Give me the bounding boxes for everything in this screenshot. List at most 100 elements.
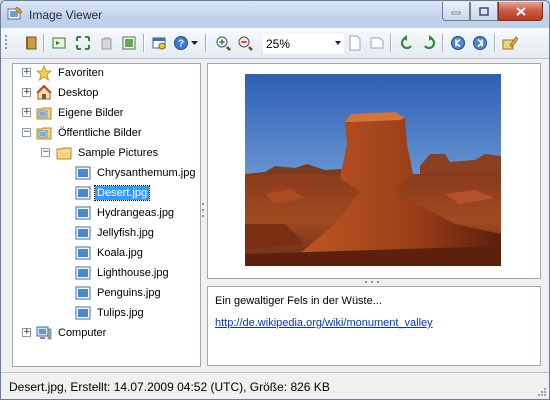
- zoom-out-icon: [238, 36, 253, 51]
- tree-item-eigene-bilder[interactable]: + Eigene Bilder: [13, 104, 200, 122]
- collapse-icon[interactable]: −: [22, 128, 31, 137]
- computer-icon: [36, 326, 52, 340]
- rotate-left-icon: [400, 35, 412, 50]
- tree-item-sample-pictures[interactable]: − Sample Pictures: [13, 144, 200, 162]
- rotate-right-icon: [424, 35, 436, 50]
- help-dropdown[interactable]: [190, 33, 198, 53]
- expand-icon[interactable]: +: [22, 88, 31, 97]
- image-file-icon: [75, 226, 91, 240]
- preview-image: [245, 74, 501, 266]
- tree-item-file[interactable]: Penguins.jpg: [13, 284, 200, 302]
- tree-item-oeffentliche-bilder[interactable]: − Öffentliche Bilder: [13, 124, 200, 142]
- tree-item-file[interactable]: Koala.jpg: [13, 244, 200, 262]
- rotate-right-button[interactable]: [419, 33, 439, 53]
- horizontal-splitter[interactable]: [207, 279, 541, 285]
- tree-item-label: Tulips.jpg: [97, 307, 144, 319]
- copy-icon: [101, 37, 112, 50]
- tree-item-label: Computer: [58, 327, 107, 339]
- description-panel: Ein gewaltiger Fels in der Wüste... http…: [207, 286, 541, 366]
- chevron-down-icon: [190, 40, 198, 45]
- zoom-combo[interactable]: 25%: [263, 34, 344, 54]
- window-title: Image Viewer: [29, 8, 103, 22]
- next-icon: [473, 36, 487, 50]
- app-icon: [7, 6, 23, 20]
- title-bar[interactable]: Image Viewer: [1, 1, 549, 28]
- minimize-icon: [451, 11, 461, 15]
- zoom-out-button[interactable]: [235, 33, 255, 53]
- tree-item-computer[interactable]: + Computer: [13, 324, 200, 342]
- chevron-down-icon[interactable]: [335, 41, 341, 45]
- expand-icon[interactable]: +: [22, 68, 31, 77]
- star-icon: [36, 65, 52, 81]
- rotate-left-button[interactable]: [397, 33, 417, 53]
- tree-item-file[interactable]: Hydrangeas.jpg: [13, 204, 200, 222]
- image-file-icon: [75, 266, 91, 280]
- zoom-in-icon: [216, 36, 231, 51]
- vertical-splitter[interactable]: [200, 63, 206, 365]
- copy-button[interactable]: [97, 33, 117, 53]
- previous-button[interactable]: [448, 33, 468, 53]
- help-icon: ?: [174, 36, 188, 50]
- properties-icon: [152, 37, 166, 50]
- pictures-folder-icon: [36, 107, 52, 120]
- maximize-button[interactable]: [470, 2, 498, 21]
- tree-item-label: Lighthouse.jpg: [97, 267, 169, 279]
- image-viewer-window: Image Viewer ? 25% + Favoriten + Desktop…: [0, 0, 550, 400]
- bookmark-button[interactable]: [21, 33, 41, 53]
- properties-button[interactable]: [149, 33, 169, 53]
- tree-item-label: Hydrangeas.jpg: [97, 207, 175, 219]
- image-icon: [122, 36, 136, 50]
- toolbar-grip[interactable]: [5, 35, 7, 51]
- minimize-button[interactable]: [442, 2, 470, 21]
- image-preview-panel[interactable]: [207, 63, 541, 279]
- tree-item-label: Öffentliche Bilder: [58, 127, 142, 139]
- actual-size-button[interactable]: [345, 33, 365, 53]
- image-file-icon: [75, 306, 91, 320]
- home-icon: [36, 85, 52, 100]
- fullscreen-button[interactable]: [73, 33, 93, 53]
- folder-tree[interactable]: + Favoriten + Desktop + Eigene Bilder − …: [12, 63, 201, 367]
- zoom-value: 25%: [266, 37, 291, 51]
- tree-item-label: Jellyfish.jpg: [97, 227, 154, 239]
- expand-icon[interactable]: +: [22, 328, 31, 337]
- tree-item-label-selected: Desert.jpg: [93, 185, 151, 201]
- tree-item-file[interactable]: Tulips.jpg: [13, 304, 200, 322]
- toolbar: ? 25%: [1, 28, 549, 59]
- help-button[interactable]: ?: [171, 33, 191, 53]
- tree-item-file[interactable]: Chrysanthemum.jpg: [13, 164, 200, 182]
- edit-button[interactable]: [500, 33, 520, 53]
- tree-item-file[interactable]: Desert.jpg: [13, 184, 200, 202]
- status-bar: Desert.jpg, Erstellt: 14.07.2009 04:52 (…: [1, 372, 549, 399]
- maximize-icon: [479, 6, 489, 16]
- tree-item-desktop[interactable]: + Desktop: [13, 84, 200, 102]
- tree-item-file[interactable]: Lighthouse.jpg: [13, 264, 200, 282]
- tree-item-label: Desktop: [58, 87, 99, 99]
- image-file-icon: [75, 246, 91, 260]
- svg-text:?: ?: [178, 39, 184, 50]
- collapse-icon[interactable]: −: [41, 148, 50, 157]
- fit-button[interactable]: [367, 33, 387, 53]
- next-button[interactable]: [470, 33, 490, 53]
- image-file-icon: [75, 286, 91, 300]
- zoom-in-button[interactable]: [213, 33, 233, 53]
- previous-icon: [451, 36, 465, 50]
- page-fit-icon: [370, 37, 384, 49]
- tree-item-label: Sample Pictures: [78, 147, 159, 159]
- bookmark-icon: [26, 36, 37, 50]
- image-file-icon: [75, 186, 91, 200]
- expand-icon[interactable]: +: [22, 108, 31, 117]
- description-link[interactable]: http://de.wikipedia.org/wiki/monument_va…: [215, 317, 433, 329]
- close-button[interactable]: [498, 2, 543, 21]
- tree-item-file[interactable]: Jellyfish.jpg: [13, 224, 200, 242]
- image-file-icon: [75, 166, 91, 180]
- fullscreen-icon: [76, 36, 90, 50]
- tree-item-label: Koala.jpg: [97, 247, 143, 259]
- pictures-folder-icon: [36, 127, 52, 140]
- open-button[interactable]: [49, 33, 69, 53]
- open-folder-icon: [52, 37, 66, 49]
- folder-icon: [56, 147, 72, 160]
- resize-grip-icon[interactable]: [537, 387, 547, 397]
- tree-item-favoriten[interactable]: + Favoriten: [13, 64, 200, 82]
- image-button[interactable]: [119, 33, 139, 53]
- status-text: Desert.jpg, Erstellt: 14.07.2009 04:52 (…: [9, 380, 330, 394]
